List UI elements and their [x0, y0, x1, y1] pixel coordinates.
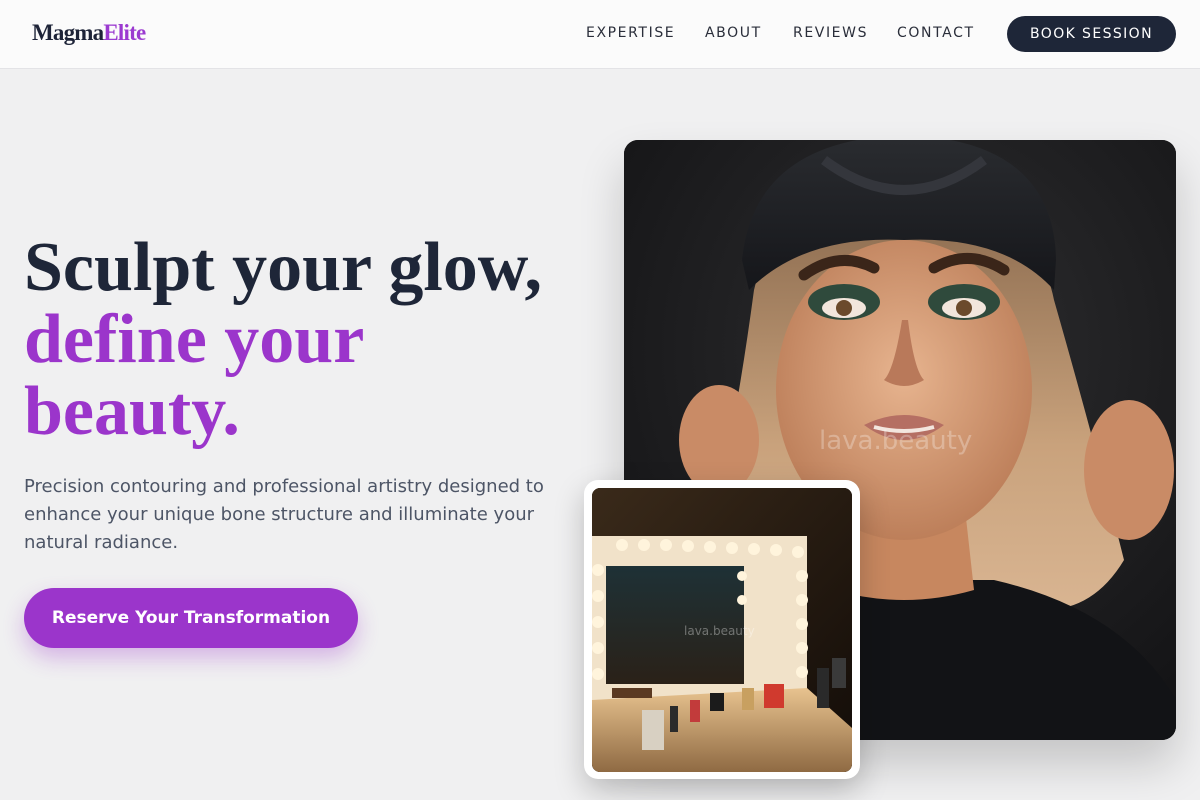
brand-name-part1: Magma [32, 20, 104, 45]
nav-link-about[interactable]: ABOUT [705, 25, 762, 41]
vanity-photo-card: lava.beauty [584, 480, 860, 779]
headline-line-1: Sculpt your glow, [24, 229, 542, 306]
hero-headline: Sculpt your glow, define your beauty. [24, 232, 604, 448]
book-session-button[interactable]: BOOK SESSION [1007, 16, 1176, 52]
vanity-watermark: lava.beauty [684, 624, 755, 638]
brand-name-part2: Elite [103, 20, 146, 45]
headline-line-3: beauty. [24, 373, 240, 450]
brand-logo[interactable]: MagmaElite [32, 20, 146, 46]
portrait-watermark: lava.beauty [819, 426, 973, 456]
nav-link-reviews[interactable]: REVIEWS [793, 25, 868, 41]
site-header: MagmaElite EXPERTISE ABOUT REVIEWS CONTA… [0, 0, 1200, 69]
vanity-photo: lava.beauty [592, 488, 852, 772]
hero-subtitle: Precision contouring and professional ar… [24, 476, 544, 553]
headline-line-2: define your [24, 301, 365, 378]
nav-link-expertise[interactable]: EXPERTISE [586, 25, 675, 41]
nav-link-contact[interactable]: CONTACT [897, 25, 975, 41]
reserve-transformation-button[interactable]: Reserve Your Transformation [24, 588, 358, 648]
